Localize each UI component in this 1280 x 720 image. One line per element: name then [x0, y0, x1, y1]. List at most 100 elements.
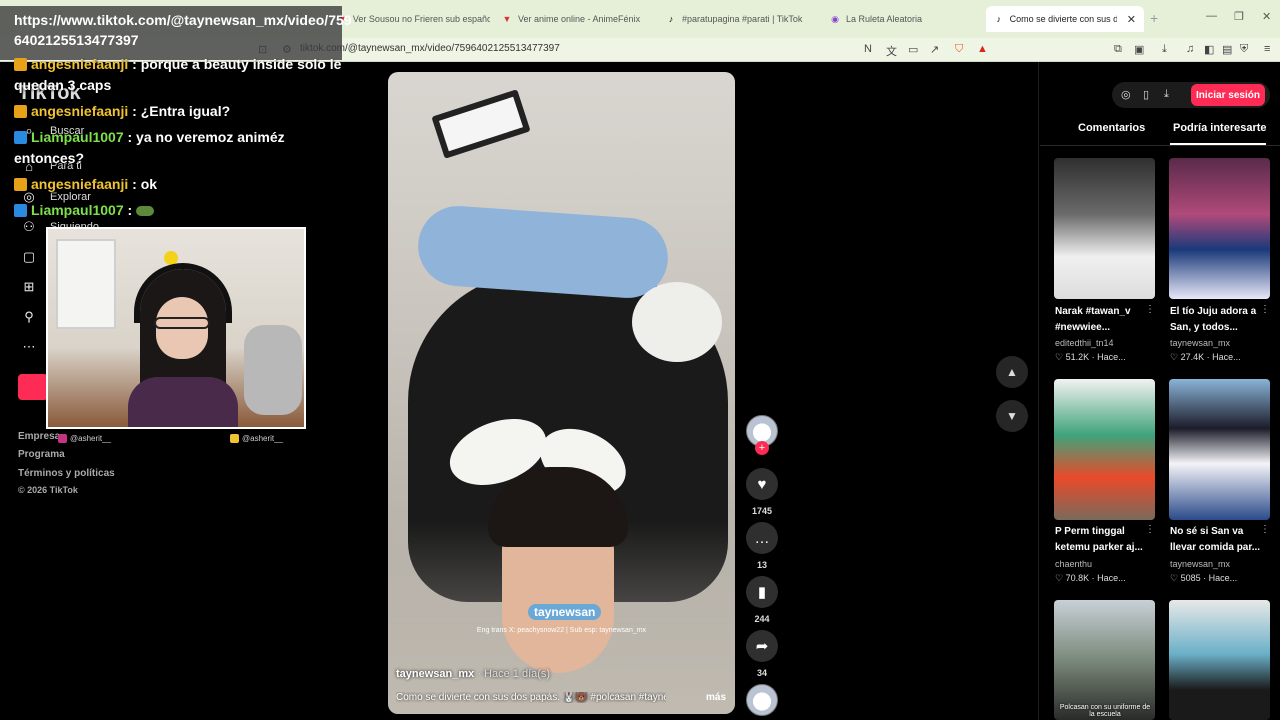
footer-link-program[interactable]: Programa: [18, 449, 65, 460]
follow-plus-icon[interactable]: +: [755, 441, 769, 455]
tab-animefenix[interactable]: ▼ Ver anime online - AnimeFénix: [494, 6, 654, 32]
person-face: [488, 467, 628, 673]
download-app-icon[interactable]: ⤓: [1164, 88, 1169, 101]
tab-might-interest[interactable]: Podría interesarte: [1173, 122, 1267, 134]
recommended-video-title[interactable]: Narak #tawan_v #newwiee...: [1055, 304, 1155, 336]
comment-icon[interactable]: …: [746, 522, 778, 554]
tab-ruleta[interactable]: ◉ La Ruleta Aleatoria: [822, 6, 982, 32]
extensions-icon[interactable]: ⧉: [1114, 43, 1122, 56]
recommended-video-author[interactable]: taynewsan_mx: [1170, 338, 1230, 348]
comment-action[interactable]: … 13: [746, 522, 778, 570]
bookmark-save-icon[interactable]: ▮: [746, 576, 778, 608]
close-tab-icon[interactable]: ✕: [1127, 13, 1136, 26]
tab-active-video[interactable]: ♪Como se divierte con sus dos p...✕: [986, 6, 1144, 32]
rewards-icon[interactable]: ▲: [977, 43, 988, 55]
recommended-video-author[interactable]: taynewsan_mx: [1170, 559, 1230, 569]
tab-tiktok-parati[interactable]: ♪ #paratupagina #parati | TikTok: [658, 6, 818, 32]
chat-message: Liampaul1007 : ya no veremoz animéz ento…: [14, 129, 285, 166]
vpn-icon[interactable]: ⛨: [1240, 43, 1248, 56]
video-subtitle: Eng trans X: peachysnow22 | Sub esp: tay…: [476, 627, 647, 634]
window-close-icon[interactable]: ✕: [1262, 10, 1271, 23]
mascot-ear: [632, 282, 722, 362]
recommended-video-title[interactable]: El tío Juju adora a San, y todos...: [1170, 304, 1270, 336]
twitter-icon: [230, 434, 239, 443]
chat-message: angesniefaanji : ¿Entra igual?: [14, 101, 344, 122]
plush-toy: [244, 325, 302, 415]
recommended-video-stats: ♡ 27.4K · Hace...: [1170, 352, 1241, 362]
thumb-caption: Polcasan con su uniforme de la escuela: [1059, 704, 1151, 718]
mobile-icon[interactable]: ▯: [1143, 88, 1149, 101]
like-action[interactable]: ♥ 1745: [746, 468, 778, 516]
prime-badge-icon: [14, 204, 27, 217]
heart-icon[interactable]: ♥: [746, 468, 778, 500]
recommended-video-title[interactable]: No sé si San va llevar comida par...: [1170, 524, 1270, 556]
tab-comments[interactable]: Comentarios: [1078, 122, 1145, 134]
compass-small-icon[interactable]: ◎: [1121, 88, 1131, 101]
maximize-icon[interactable]: ❐: [1234, 10, 1244, 23]
divider: [1040, 145, 1280, 146]
tab-favicon-icon: ◉: [831, 14, 839, 24]
instagram-icon: [58, 434, 67, 443]
live-tv-icon: ▢: [22, 249, 36, 264]
twitter-handle: @asherit__: [230, 434, 283, 443]
download-icon[interactable]: ⤓: [1162, 43, 1167, 56]
profile-icon: ⚲: [24, 309, 34, 324]
extension2-icon[interactable]: ▣: [1134, 43, 1144, 56]
reader-icon[interactable]: N: [864, 43, 872, 55]
more-dots-icon: ⋯: [22, 339, 36, 354]
share-count: 34: [756, 668, 767, 678]
recommended-video-thumb[interactable]: [1169, 600, 1270, 720]
stream-url-overlay: https://www.tiktok.com/@taynewsan_mx/vid…: [0, 6, 352, 60]
heart-outline-icon: ♡: [1055, 352, 1066, 362]
login-button-left[interactable]: [18, 374, 48, 400]
more-options-icon[interactable]: ⋮: [1260, 524, 1270, 535]
footer-link-terms[interactable]: Términos y políticas: [18, 468, 115, 479]
more-options-icon[interactable]: ⋮: [1145, 304, 1155, 315]
brave-shield-icon[interactable]: ⛉: [955, 43, 963, 56]
heart-outline-icon: ♡: [1055, 573, 1066, 583]
chat-message: angesniefaanji : ok: [14, 174, 344, 195]
new-tab-icon[interactable]: +: [1150, 10, 1158, 26]
heart-outline-icon: ♡: [1170, 352, 1181, 362]
caption-more-link[interactable]: más: [706, 692, 726, 703]
chat-message: Liampaul1007 :: [14, 200, 344, 221]
translate-icon[interactable]: 文: [886, 43, 897, 59]
menu-icon[interactable]: ≡: [1264, 43, 1270, 55]
crown-badge-icon: [14, 58, 27, 71]
recommended-video-thumb[interactable]: [1169, 158, 1270, 299]
recommended-video-author[interactable]: editedthii_tn14: [1055, 338, 1114, 348]
tab-favicon-icon: ▼: [502, 14, 512, 24]
frog-emote-icon: [136, 206, 155, 217]
more-options-icon[interactable]: ⋮: [1145, 524, 1155, 535]
share-arrow-icon[interactable]: ➦: [746, 630, 778, 662]
music-disc-avatar[interactable]: [746, 684, 778, 716]
recommended-video-title[interactable]: P Perm tinggal ketemu parker aj...: [1055, 524, 1155, 556]
video-player[interactable]: taynewsan Eng trans X: peachysnow22 | Su…: [388, 72, 735, 714]
recommended-video-stats: ♡ 51.2K · Hace...: [1055, 352, 1126, 362]
share-action[interactable]: ➦ 34: [746, 630, 778, 678]
recommended-video-thumb[interactable]: Polcasan con su uniforme de la escuela: [1054, 600, 1155, 720]
screen-icon[interactable]: ▭: [908, 43, 918, 56]
media-icon[interactable]: ♫: [1186, 43, 1194, 55]
tab-frieren[interactable]: ▼ Ver Sousou no Frieren sub español: [330, 6, 490, 32]
recommended-video-author[interactable]: chaenthu: [1055, 559, 1092, 569]
streamer-figure: [128, 259, 238, 427]
previous-video-chevron-up-icon[interactable]: ▲: [996, 356, 1028, 388]
recommended-video-stats: ♡ 5085 · Hace...: [1170, 573, 1238, 583]
minimize-icon[interactable]: —: [1206, 10, 1217, 22]
recommended-video-thumb[interactable]: [1169, 379, 1270, 520]
wallet-icon[interactable]: ▤: [1222, 43, 1232, 56]
studio-light: [431, 89, 531, 159]
blue-pillow: [415, 203, 671, 301]
next-video-chevron-down-icon[interactable]: ▼: [996, 400, 1028, 432]
footer-link-company[interactable]: Empresa: [18, 431, 60, 442]
share-icon[interactable]: ↗: [930, 43, 939, 56]
sign-in-button[interactable]: Iniciar sesión: [1191, 84, 1265, 106]
recommended-video-thumb[interactable]: [1054, 158, 1155, 299]
save-action[interactable]: ▮ 244: [746, 576, 778, 624]
sidebar-icon[interactable]: ◧: [1204, 43, 1214, 56]
recommended-video-thumb[interactable]: [1054, 379, 1155, 520]
video-author[interactable]: taynewsan_mx · Hace 1 día(s): [396, 668, 550, 680]
tiktok-favicon-icon: ♪: [668, 14, 674, 24]
more-options-icon[interactable]: ⋮: [1260, 304, 1270, 315]
